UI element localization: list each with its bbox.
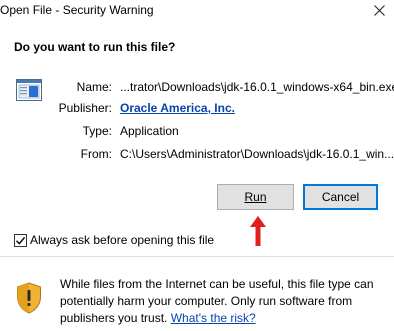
file-name-row: Name: ...trator\Downloads\jdk-16.0.1_win… — [0, 80, 394, 96]
cancel-button-label: Cancel — [321, 190, 360, 204]
type-label: Type: — [82, 124, 112, 138]
publisher-label: Publisher: — [58, 101, 112, 115]
checkmark-icon — [15, 236, 26, 245]
warning-text-block: While files from the Internet can be use… — [60, 276, 386, 327]
from-label: From: — [80, 147, 112, 161]
publisher-link[interactable]: Oracle America, Inc. — [120, 101, 235, 115]
from-row: From: C:\Users\Administrator\Downloads\j… — [0, 147, 394, 163]
section-divider — [0, 256, 394, 257]
dialog-question: Do you want to run this file? — [14, 40, 176, 54]
annotation-arrow-icon — [250, 216, 266, 246]
run-button-label: Run — [244, 190, 267, 204]
close-button[interactable] — [366, 0, 392, 20]
title-bar: Open File - Security Warning — [0, 0, 394, 22]
always-ask-label[interactable]: Always ask before opening this file — [30, 233, 214, 247]
from-value: C:\Users\Administrator\Downloads\jdk-16.… — [120, 147, 394, 161]
whats-the-risk-link[interactable]: What's the risk? — [171, 311, 256, 325]
shield-warning-icon — [17, 282, 41, 314]
name-label: Name: — [76, 80, 112, 94]
close-icon — [373, 4, 385, 16]
always-ask-checkbox[interactable] — [14, 233, 27, 247]
name-value: ...trator\Downloads\jdk-16.0.1_windows-x… — [120, 80, 394, 94]
publisher-row: Publisher: Oracle America, Inc. — [0, 101, 394, 117]
cancel-button[interactable]: Cancel — [303, 184, 378, 210]
window-title: Open File - Security Warning — [0, 3, 154, 17]
run-button[interactable]: Run — [217, 184, 294, 210]
type-value: Application — [120, 124, 179, 138]
always-ask-row: Always ask before opening this file — [14, 232, 214, 248]
type-row: Type: Application — [0, 124, 394, 140]
